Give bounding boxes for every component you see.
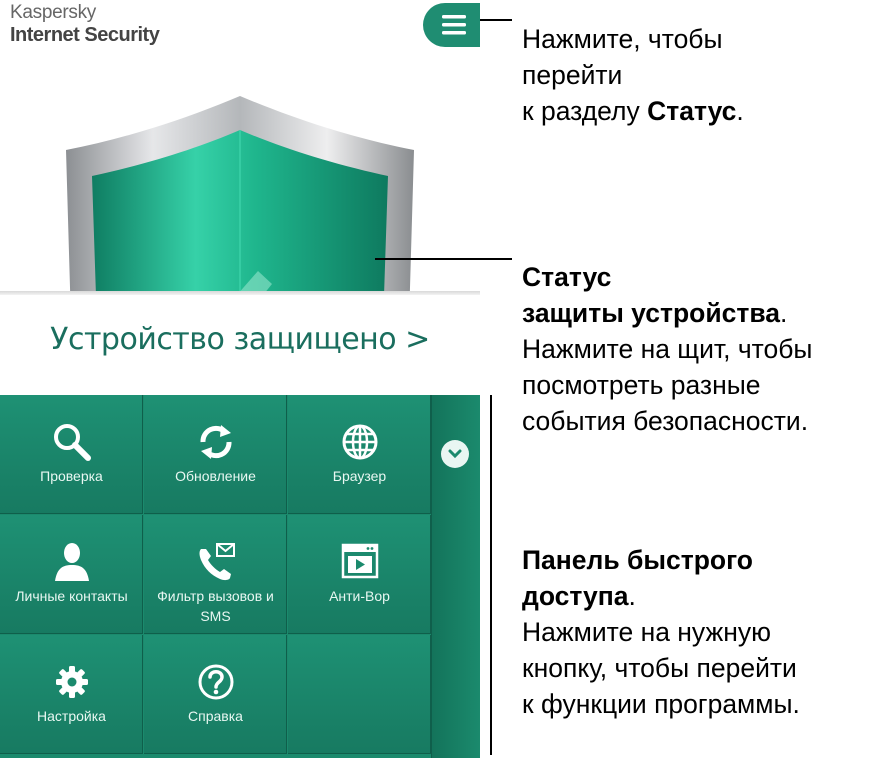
annotation-line: к разделу Статус. (522, 93, 744, 129)
annotation-line: доступа. (522, 578, 800, 614)
annotation-line: перейти (522, 60, 623, 90)
tile-empty (288, 635, 431, 754)
tile-label: Справка (188, 708, 243, 724)
tile-label: Фильтр вызовов и SMS (157, 588, 274, 624)
globe-icon (342, 424, 377, 460)
tile-label: Обновление (175, 468, 256, 484)
hamburger-icon (442, 15, 466, 35)
tile-call-filter[interactable]: Фильтр вызовов и SMS (144, 515, 287, 634)
protection-status-link[interactable]: Устройство защищено > (0, 322, 480, 357)
shield-status-button[interactable] (0, 80, 480, 295)
annotation-bold: доступа (522, 581, 629, 611)
brand-line-1: Kaspersky (10, 2, 97, 23)
tile-label: Настройка (37, 708, 106, 724)
annotation-line: Нажмите на щит, чтобы (522, 334, 813, 364)
phone-sms-icon (199, 543, 235, 581)
gear-icon (55, 666, 88, 698)
tile-browser[interactable]: Браузер (288, 395, 431, 514)
tile-label: Личные контакты (15, 588, 128, 604)
search-icon (53, 424, 91, 461)
tile-label: Анти-Вор (329, 588, 390, 604)
annotation-text: . (628, 581, 636, 611)
shield-icon (66, 96, 414, 295)
quick-access-panel: Проверка Обновление Браузер Личные конта… (0, 395, 480, 758)
callout-bracket-panel (490, 395, 492, 755)
tile-update[interactable]: Обновление (144, 395, 287, 514)
tile-scan[interactable]: Проверка (0, 395, 143, 514)
tile-label: Браузер (332, 468, 387, 484)
antitheft-icon (341, 543, 378, 579)
annotation-bold: Панель быстрого (522, 545, 753, 575)
annotation-line: Нажмите на нужную (522, 617, 771, 647)
annotation-bold: защиты устройства (522, 298, 781, 328)
menu-button[interactable] (423, 3, 480, 47)
tile-help[interactable]: Справка (144, 635, 287, 754)
tile-label: Проверка (40, 468, 103, 484)
tile-antitheft[interactable]: Анти-Вор (288, 515, 431, 634)
callout-line-menu (480, 19, 512, 21)
app-screen: Kaspersky Internet Security Устройство з… (0, 0, 480, 758)
expand-panel-button[interactable] (441, 440, 469, 468)
tile-contacts[interactable]: Личные контакты (0, 515, 143, 634)
annotation-text: к разделу (522, 96, 648, 126)
annotation-line: посмотреть разные (522, 370, 761, 400)
annotation-line: защиты устройства. (522, 295, 812, 331)
brand-line-2: Internet Security (10, 24, 160, 46)
annotation-line: Панель быстрого (522, 542, 800, 578)
annotation-line: Нажмите, чтобы (522, 24, 723, 54)
annotation-line: Статус (522, 259, 812, 295)
brand-logo: Kaspersky Internet Security (10, 2, 160, 46)
divider (0, 291, 480, 295)
tile-settings[interactable]: Настройка (0, 635, 143, 754)
annotation-bold: Статус (647, 96, 737, 126)
callout-line-shield (375, 258, 512, 260)
annotation-text: . (780, 298, 788, 328)
annotation-bold: Статус (522, 262, 612, 292)
annotation-line: к функции программы. (522, 689, 800, 719)
help-icon (198, 664, 233, 700)
annotation-panel: Панель быстрого доступа. Нажмите на нужн… (522, 542, 800, 722)
annotation-menu: Нажмите, чтобы перейти к разделу Статус. (522, 21, 744, 129)
annotation-line: события безопасности. (522, 406, 809, 436)
update-icon (200, 425, 231, 459)
annotation-line: кнопку, чтобы перейти (522, 653, 797, 683)
annotation-text: . (736, 96, 744, 126)
chevron-down-icon (448, 449, 462, 459)
annotation-shield: Статус защиты устройства. Нажмите на щит… (522, 259, 812, 439)
person-icon (54, 543, 89, 581)
